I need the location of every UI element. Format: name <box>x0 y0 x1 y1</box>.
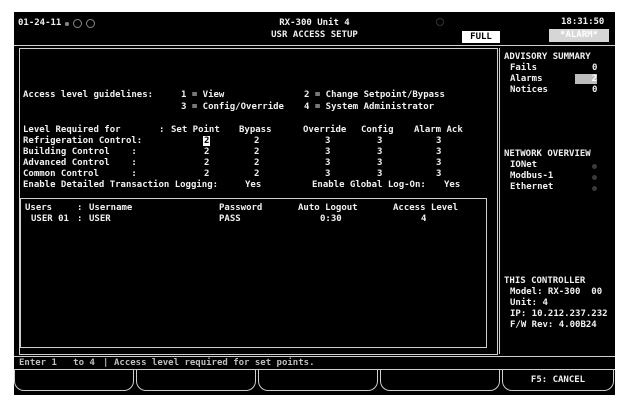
status-divider-top <box>14 356 615 357</box>
function-key-f5[interactable]: F5: CANCEL <box>502 370 614 391</box>
set-point-field-advanced[interactable]: 2 <box>204 158 209 169</box>
controller-firmware: F/W Rev: 4.00B24 <box>510 320 597 330</box>
global-logon-value[interactable]: Yes <box>444 180 460 191</box>
config-field-common[interactable]: 3 <box>377 169 382 180</box>
bypass-field-advanced[interactable]: 2 <box>254 158 259 169</box>
user-row-access-level[interactable]: 4 <box>421 214 426 225</box>
controller-unit: Unit: 4 <box>510 298 548 308</box>
side-panel-divider <box>499 48 500 354</box>
status-separator: | <box>103 358 109 368</box>
controller-screen: 01-24-11 RX-300 Unit 4 USR ACCESS SETUP … <box>14 12 615 395</box>
function-key-f1[interactable] <box>14 370 134 391</box>
global-logon-label: Enable Global Log-On: <box>312 180 426 190</box>
users-header-password: Password <box>219 203 263 213</box>
controller-model: Model: RX-300 00 <box>510 287 603 297</box>
screen-title: USR ACCESS SETUP <box>271 30 358 40</box>
config-field-advanced[interactable]: 3 <box>377 158 382 169</box>
users-header-username: Username <box>89 203 133 213</box>
user-row-password[interactable]: PASS <box>219 214 241 225</box>
guideline-level-3: 3 = Config/Override <box>181 102 284 112</box>
row-label-building: Building Control : <box>23 147 137 157</box>
column-header-override: Override <box>303 125 347 135</box>
alarms-label: Alarms <box>510 74 543 84</box>
unit-title: RX-300 Unit 4 <box>279 18 350 28</box>
bypass-field-refrigeration[interactable]: 2 <box>254 136 259 147</box>
users-header-users: Users <box>25 203 53 213</box>
network-item-modbus: Modbus-1 <box>510 171 554 181</box>
users-header-sep: : <box>77 203 83 213</box>
column-header-config: Config <box>361 125 394 135</box>
user-icon <box>436 18 444 26</box>
users-header-access-level: Access Level <box>393 203 459 213</box>
alarm-badge[interactable]: *ALARM* <box>549 29 609 42</box>
fails-label: Fails <box>510 63 538 73</box>
full-mode-badge: FULL <box>462 31 500 43</box>
status-message: Access level required for set points. <box>114 358 315 368</box>
detailed-logging-label: Enable Detailed Transaction Logging: <box>23 180 219 190</box>
config-field-refrigeration[interactable]: 3 <box>377 136 382 147</box>
function-key-f3[interactable] <box>258 370 378 391</box>
advisory-title: ADVISORY SUMMARY <box>504 52 591 62</box>
ethernet-status-icon <box>592 186 597 191</box>
column-header-alarm-ack: Alarm Ack <box>414 125 463 135</box>
config-field-building[interactable]: 3 <box>377 147 382 158</box>
status-range: Enter 1 to 4 <box>19 358 95 368</box>
override-field-building[interactable]: 3 <box>325 147 330 158</box>
alarm-ack-field-refrigeration[interactable]: 3 <box>436 136 441 147</box>
alarms-value[interactable]: 2 <box>575 74 597 84</box>
alarm-ack-field-advanced[interactable]: 3 <box>436 158 441 169</box>
users-header-auto-logout: Auto Logout <box>298 203 358 213</box>
network-item-ethernet: Ethernet <box>510 182 554 192</box>
level-table-header-sep: : <box>159 125 165 135</box>
header-divider <box>14 45 615 46</box>
override-field-advanced[interactable]: 3 <box>325 158 330 169</box>
set-point-field-common[interactable]: 2 <box>204 169 209 180</box>
modbus-status-icon <box>592 175 597 180</box>
guideline-level-2: 2 = Change Setpoint/Bypass <box>304 90 445 100</box>
notices-label: Notices <box>510 85 548 95</box>
notices-value: 0 <box>592 85 598 95</box>
row-label-advanced: Advanced Control : <box>23 158 137 168</box>
alarm-ack-field-building[interactable]: 3 <box>436 147 441 158</box>
level-table-header-label: Level Required for <box>23 125 121 135</box>
guideline-level-4: 4 = System Administrator <box>304 102 435 112</box>
detailed-logging-value[interactable]: Yes <box>245 180 261 191</box>
network-item-ionet: IONet <box>510 160 538 170</box>
function-key-f4[interactable] <box>380 370 500 391</box>
set-point-field-refrigeration[interactable]: 2 <box>203 136 211 146</box>
row-label-common: Common Control : <box>23 169 137 179</box>
column-header-set-point: Set Point <box>171 125 220 135</box>
user-row-sep: : <box>77 214 83 224</box>
guideline-level-1: 1 = View <box>181 90 225 100</box>
function-key-f2[interactable] <box>136 370 256 391</box>
network-title: NETWORK OVERVIEW <box>504 149 591 159</box>
bypass-field-common[interactable]: 2 <box>254 169 259 180</box>
row-label-refrigeration: Refrigeration Control: <box>23 136 143 146</box>
ionet-status-icon <box>592 164 597 169</box>
bypass-field-building[interactable]: 2 <box>254 147 259 158</box>
controller-ip: IP: 10.212.237.232 <box>510 309 608 319</box>
guidelines-label: Access level guidelines: <box>23 90 154 100</box>
controller-title: THIS CONTROLLER <box>504 276 586 286</box>
user-row-auto-logout[interactable]: 0:30 <box>320 214 342 225</box>
override-field-common[interactable]: 3 <box>325 169 330 180</box>
time-display: 18:31:50 <box>561 17 605 27</box>
user-row-id[interactable]: USER 01 <box>31 214 69 225</box>
fails-value: 0 <box>592 63 598 73</box>
alarm-ack-field-common[interactable]: 3 <box>436 169 441 180</box>
user-row-username[interactable]: USER <box>89 214 111 225</box>
set-point-field-building[interactable]: 2 <box>204 147 209 158</box>
override-field-refrigeration[interactable]: 3 <box>325 136 330 147</box>
column-header-bypass: Bypass <box>239 125 272 135</box>
